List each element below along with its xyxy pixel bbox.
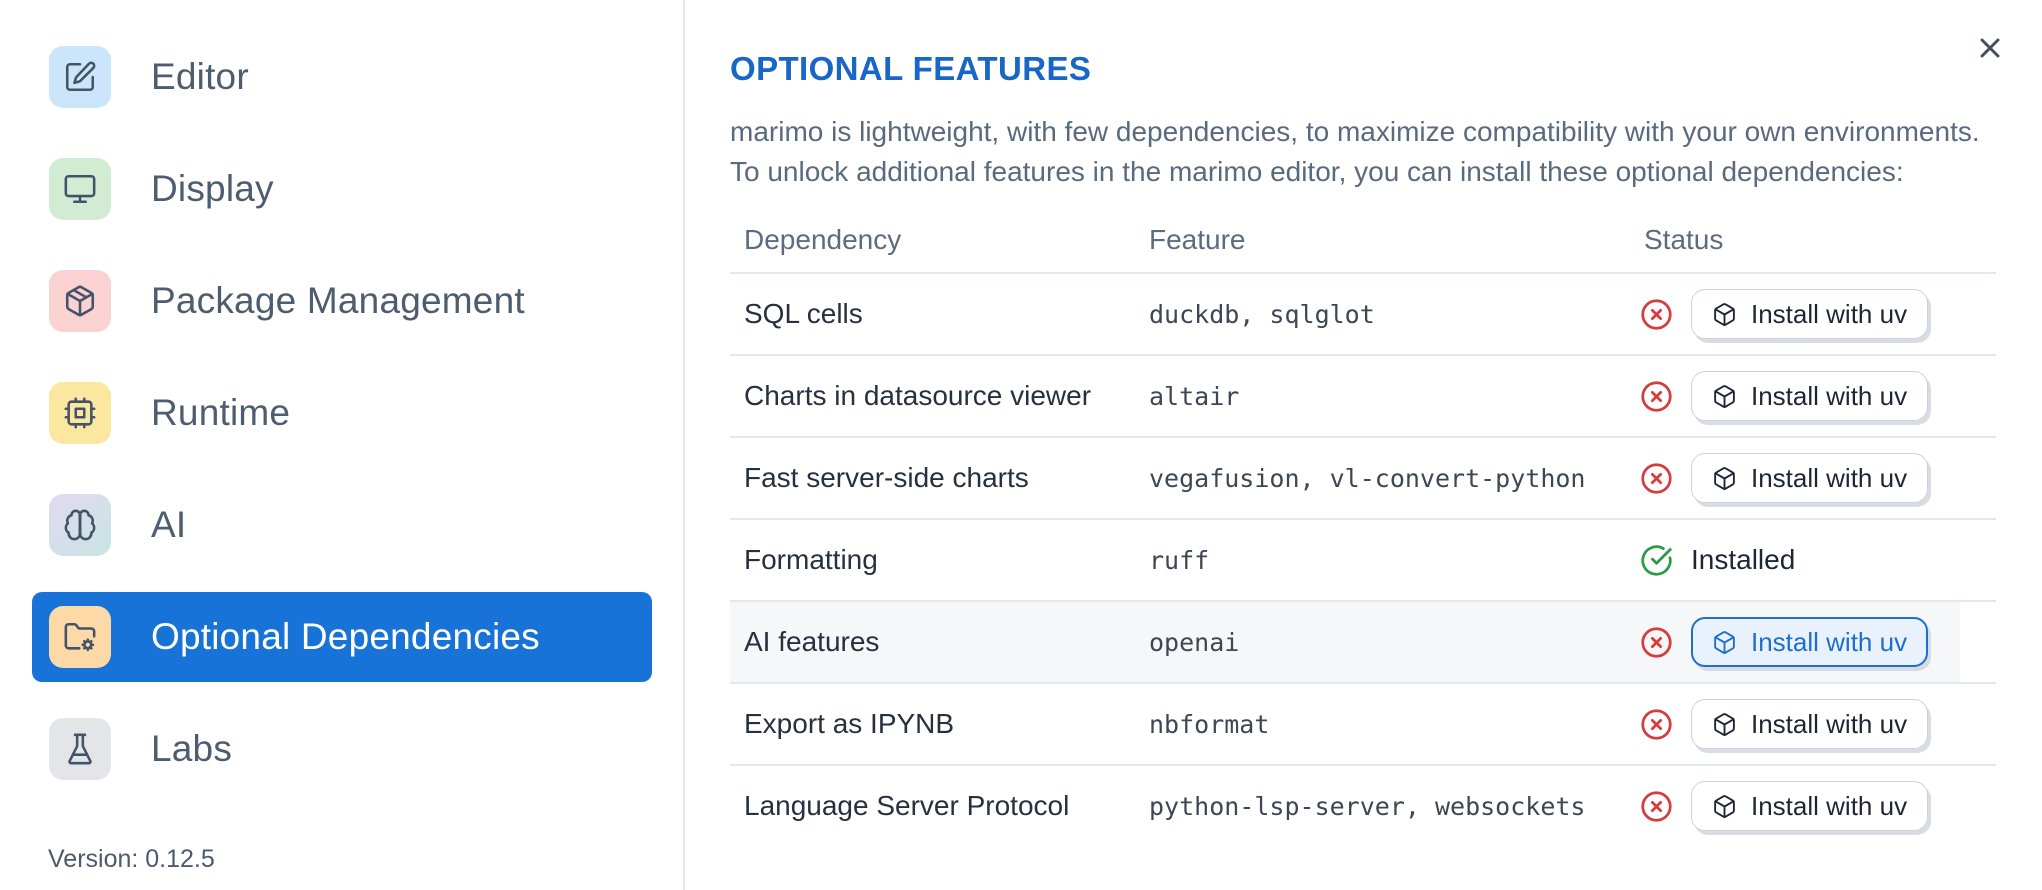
status-cell: Installed (1630, 544, 1996, 577)
table-row: Language Server Protocol python-lsp-serv… (730, 764, 1996, 846)
description-line-2: To unlock additional features in the mar… (730, 156, 1904, 187)
package-icon (49, 270, 111, 332)
page-title: OPTIONAL FEATURES (730, 50, 1092, 87)
install-button-label: Install with uv (1751, 380, 1908, 411)
dependency-name: Fast server-side charts (744, 462, 1029, 493)
monitor-icon (49, 158, 111, 220)
sidebar-item-optional-dependencies[interactable]: Optional Dependencies (32, 592, 652, 682)
install-button-label: Install with uv (1751, 790, 1908, 821)
sidebar-item-label: Display (151, 168, 274, 209)
status-cell: Install with uv (1630, 453, 1996, 503)
install-button-label: Install with uv (1751, 462, 1908, 493)
circle-x-icon (1640, 708, 1673, 741)
install-button-label: Install with uv (1751, 298, 1908, 329)
sidebar-item-label: AI (151, 504, 187, 545)
install-with-uv-button[interactable]: Install with uv (1691, 781, 1929, 831)
circle-x-icon (1640, 298, 1673, 331)
column-header-feature: Feature (1149, 224, 1246, 255)
table-body: SQL cells duckdb, sqlglot Install with u… (730, 272, 1996, 846)
column-header-status: Status (1644, 224, 1724, 255)
sidebar-item-label: Optional Dependencies (151, 616, 540, 657)
feature-packages: nbformat (1149, 709, 1270, 739)
dependency-name: Export as IPYNB (744, 708, 955, 739)
package-box-icon (1712, 794, 1737, 819)
dependency-name: Language Server Protocol (744, 790, 1070, 821)
install-button-label: Install with uv (1751, 626, 1908, 657)
install-with-uv-button[interactable]: Install with uv (1691, 699, 1929, 749)
circle-x-icon (1640, 790, 1673, 823)
install-with-uv-button[interactable]: Install with uv (1691, 453, 1929, 503)
install-with-uv-button[interactable]: Install with uv (1691, 371, 1929, 421)
panel-description: marimo is lightweight, with few dependen… (730, 112, 1996, 192)
circle-x-icon (1640, 626, 1673, 659)
status-cell: Install with uv (1630, 699, 1996, 749)
package-box-icon (1712, 712, 1737, 737)
edit-icon (49, 46, 111, 108)
cpu-icon (49, 382, 111, 444)
settings-sidebar: Editor Display Package Management Runtim… (0, 0, 685, 890)
optional-features-panel: OPTIONAL FEATURES marimo is lightweight,… (687, 0, 2042, 890)
column-header-dependency: Dependency (744, 224, 902, 255)
brain-icon (49, 494, 111, 556)
sidebar-menu: Editor Display Package Management Runtim… (0, 0, 683, 794)
sidebar-item-package-management[interactable]: Package Management (32, 256, 652, 346)
package-box-icon (1712, 302, 1737, 327)
dependency-name: SQL cells (744, 298, 863, 329)
sidebar-item-label: Editor (151, 56, 249, 97)
dependency-name: Charts in datasource viewer (744, 380, 1092, 411)
dependency-name: Formatting (744, 544, 878, 575)
feature-packages: altair (1149, 381, 1240, 411)
sidebar-item-label: Labs (151, 728, 233, 769)
table-row: Fast server-side charts vegafusion, vl-c… (730, 436, 1996, 518)
dependencies-table: Dependency Feature Status SQL cells duck… (730, 208, 1996, 846)
feature-packages: openai (1149, 627, 1240, 657)
table-header-row: Dependency Feature Status (730, 208, 1996, 272)
circle-check-icon (1640, 544, 1673, 577)
install-button-label: Install with uv (1751, 708, 1908, 739)
feature-packages: ruff (1149, 545, 1210, 575)
sidebar-item-label: Runtime (151, 392, 291, 433)
sidebar-item-labs[interactable]: Labs (32, 704, 652, 794)
folder-cog-icon (49, 606, 111, 668)
circle-x-icon (1640, 380, 1673, 413)
dependency-name: AI features (744, 626, 880, 657)
sidebar-item-editor[interactable]: Editor (32, 32, 652, 122)
description-line-1: marimo is lightweight, with few dependen… (730, 116, 1980, 147)
status-cell: Install with uv (1630, 371, 1996, 421)
table-row: Export as IPYNB nbformat Install with uv (730, 682, 1996, 764)
feature-packages: duckdb, sqlglot (1149, 299, 1375, 329)
installed-label: Installed (1691, 544, 1796, 575)
version-label: Version: 0.12.5 (48, 845, 215, 873)
table-row: Formatting ruff Installed (730, 518, 1996, 600)
table-row: AI features openai Install with uv (730, 600, 1996, 682)
install-with-uv-button[interactable]: Install with uv (1691, 617, 1929, 667)
settings-dialog: Editor Display Package Management Runtim… (0, 0, 2042, 890)
install-with-uv-button[interactable]: Install with uv (1691, 289, 1929, 339)
status-cell: Install with uv (1630, 617, 1996, 667)
flask-icon (49, 718, 111, 780)
package-box-icon (1712, 384, 1737, 409)
close-button[interactable] (1968, 26, 2012, 70)
sidebar-item-label: Package Management (151, 280, 525, 321)
sidebar-item-ai[interactable]: AI (32, 480, 652, 570)
feature-packages: vegafusion, vl-convert-python (1149, 463, 1586, 493)
table-row: Charts in datasource viewer altair Insta… (730, 354, 1996, 436)
table-row: SQL cells duckdb, sqlglot Install with u… (730, 272, 1996, 354)
close-icon (1974, 32, 2006, 64)
package-box-icon (1712, 630, 1737, 655)
status-cell: Install with uv (1630, 781, 1996, 831)
package-box-icon (1712, 466, 1737, 491)
sidebar-item-runtime[interactable]: Runtime (32, 368, 652, 458)
sidebar-item-display[interactable]: Display (32, 144, 652, 234)
circle-x-icon (1640, 462, 1673, 495)
status-cell: Install with uv (1630, 289, 1996, 339)
feature-packages: python-lsp-server, websockets (1149, 791, 1586, 821)
